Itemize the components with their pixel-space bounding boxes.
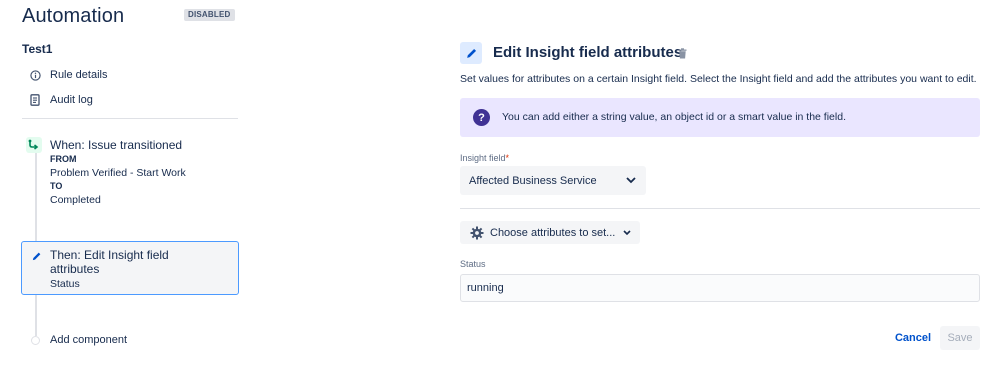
editor-title: Edit Insight field attributes [493,44,683,61]
question-icon: ? [473,109,490,126]
add-component-dot [31,336,40,345]
audit-log-link[interactable]: Audit log [29,92,93,108]
transition-icon [26,137,42,153]
action-subtitle: Status [50,278,80,290]
status-badge: DISABLED [184,9,235,21]
rule-name: Test1 [22,42,53,56]
insight-field-label-text: Insight field [460,153,506,163]
info-panel: ? You can add either a string value, an … [460,98,980,137]
editor-divider [460,208,980,209]
editor-description: Set values for attributes on a certain I… [460,73,977,85]
audit-log-label: Audit log [50,94,93,106]
status-input[interactable] [460,274,980,302]
required-marker: * [505,153,510,163]
pencil-icon [30,250,42,262]
save-button[interactable]: Save [940,326,980,350]
action-component-card[interactable]: Then: Edit Insight field attributes Stat… [21,241,239,295]
insight-field-select[interactable]: Affected Business Service [460,166,646,195]
trigger-to-value: Completed [50,194,101,206]
rule-details-label: Rule details [50,69,108,81]
chevron-down-icon [623,229,631,237]
status-field-label: Status [460,259,486,269]
edit-pencil-icon [460,42,482,64]
insight-field-value: Affected Business Service [469,174,597,187]
trigger-component[interactable]: When: Issue transitioned [50,138,182,152]
trigger-from-value: Problem Verified - Start Work [50,167,186,179]
gear-icon [470,226,484,240]
rule-details-link[interactable]: Rule details [29,67,107,83]
trigger-to-key: TO [50,181,63,191]
sidebar-divider [22,118,238,119]
insight-field-label: Insight field* [460,153,509,163]
info-icon [29,69,41,81]
action-title: Then: Edit Insight field attributes [50,248,169,276]
choose-attributes-button[interactable]: Choose attributes to set... [460,221,640,244]
document-icon [29,94,41,106]
page-title: Automation [22,5,125,27]
choose-attributes-label: Choose attributes to set... [490,226,616,239]
trigger-from-key: FROM [50,154,77,164]
trash-icon[interactable] [677,47,687,59]
add-component-link[interactable]: Add component [50,334,127,346]
chevron-down-icon [626,175,636,185]
info-text: You can add either a string value, an ob… [502,111,846,123]
cancel-button[interactable]: Cancel [890,326,936,350]
